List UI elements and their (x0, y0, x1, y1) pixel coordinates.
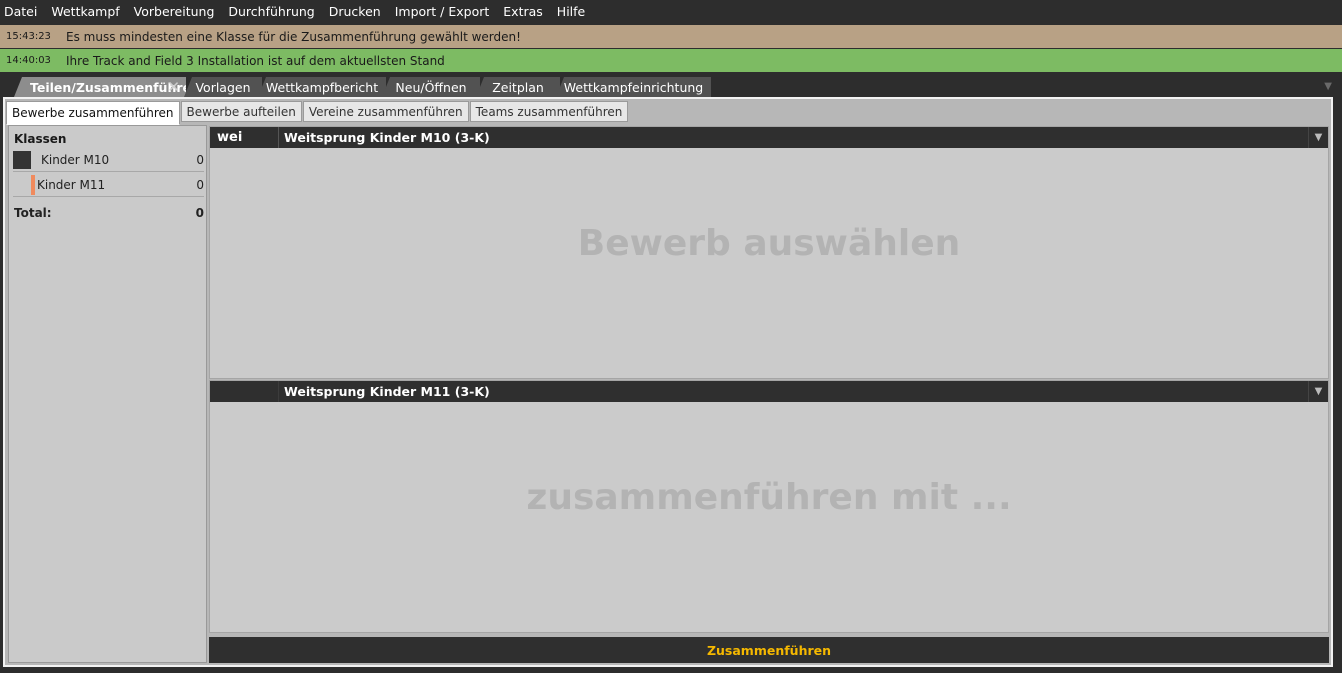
tab-label: Neu/Öffnen (395, 79, 467, 95)
menu-hilfe[interactable]: Hilfe (550, 4, 592, 19)
document-tabstrip: Teilen/Zusammenführen ✕ Vorlagen Wettkam… (0, 73, 1342, 97)
target-placeholder: zusammenführen mit ... (526, 477, 1012, 518)
subtab-teams-zusammenfuehren[interactable]: Teams zusammenführen (469, 101, 629, 122)
source-event-header: wei Weitsprung Kinder M10 (3-K) ▼ (210, 127, 1328, 148)
tab-wettkampfeinrichtung[interactable]: Wettkampfeinrichtung (556, 77, 711, 97)
tab-label: Wettkampfeinrichtung (563, 79, 704, 95)
class-count: 0 (196, 152, 204, 167)
target-event-select[interactable]: Weitsprung Kinder M11 (3-K) (279, 384, 1308, 399)
target-event-header: Weitsprung Kinder M11 (3-K) ▼ (210, 381, 1328, 402)
source-event-section: wei Weitsprung Kinder M10 (3-K) ▼ Bewerb… (209, 126, 1329, 379)
target-event-section: Weitsprung Kinder M11 (3-K) ▼ zusammenfü… (209, 380, 1329, 633)
message-time: 14:40:03 (6, 55, 51, 66)
message-time: 15:43:23 (6, 31, 51, 42)
tab-list-icon[interactable]: ▼ (1324, 81, 1332, 92)
tab-label: Wettkampfbericht (265, 79, 379, 95)
merge-button[interactable]: Zusammenführen (209, 637, 1329, 663)
class-color-marker (31, 174, 35, 195)
subtab-bewerbe-zusammenfuehren[interactable]: Bewerbe zusammenführen (6, 101, 180, 125)
tab-neu-oeffnen[interactable]: Neu/Öffnen (382, 77, 480, 97)
menu-extras[interactable]: Extras (496, 4, 550, 19)
message-text: Es muss mindesten eine Klasse für die Zu… (66, 29, 521, 44)
message-info: 14:40:03 Ihre Track and Field 3 Installa… (0, 49, 1342, 72)
menu-drucken[interactable]: Drucken (322, 4, 388, 19)
total-row: Total: 0 (14, 206, 204, 220)
message-error: 15:43:23 Es muss mindesten eine Klasse f… (0, 25, 1342, 48)
menu-import-export[interactable]: Import / Export (388, 4, 497, 19)
total-value: 0 (195, 206, 204, 220)
source-event-select[interactable]: Weitsprung Kinder M10 (3-K) (279, 130, 1308, 145)
tab-zeitplan[interactable]: Zeitplan (476, 77, 560, 97)
classes-title: Klassen (14, 132, 67, 146)
classes-panel: Klassen Kinder M10 0 Kinder M11 0 Total:… (8, 125, 207, 663)
menu-vorbereitung[interactable]: Vorbereitung (127, 4, 222, 19)
content-frame: Bewerbe zusammenführen Bewerbe aufteilen… (3, 97, 1333, 667)
menu-durchfuehrung[interactable]: Durchführung (221, 4, 321, 19)
class-row[interactable]: Kinder M11 0 (13, 173, 204, 197)
class-name: Kinder M10 (41, 152, 110, 167)
message-text: Ihre Track and Field 3 Installation ist … (66, 53, 445, 68)
tab-label: Zeitplan (492, 79, 544, 95)
class-color-swatch (13, 150, 31, 169)
tab-teilen-zusammenfuehren[interactable]: Teilen/Zusammenführen ✕ (14, 77, 186, 97)
menu-bar: Datei Wettkampf Vorbereitung Durchführun… (0, 0, 1342, 23)
total-label: Total: (14, 206, 52, 220)
tab-label: Vorlagen (195, 79, 251, 95)
class-row[interactable]: Kinder M10 0 (13, 148, 204, 172)
source-search-input[interactable]: wei (210, 127, 279, 148)
class-name: Kinder M11 (37, 177, 106, 192)
menu-wettkampf[interactable]: Wettkampf (44, 4, 126, 19)
close-icon[interactable]: ✕ (167, 78, 180, 96)
class-count: 0 (196, 177, 204, 192)
chevron-down-icon[interactable]: ▼ (1308, 127, 1328, 148)
subtab-bewerbe-aufteilen[interactable]: Bewerbe aufteilen (180, 101, 302, 122)
tab-wettkampfbericht[interactable]: Wettkampfbericht (258, 77, 386, 97)
target-search-input[interactable] (210, 381, 279, 402)
menu-datei[interactable]: Datei (0, 4, 44, 19)
tab-vorlagen[interactable]: Vorlagen (184, 77, 262, 97)
subtab-vereine-zusammenfuehren[interactable]: Vereine zusammenführen (302, 101, 469, 122)
chevron-down-icon[interactable]: ▼ (1308, 381, 1328, 402)
subtab-bar: Bewerbe zusammenführen Bewerbe aufteilen… (6, 101, 629, 125)
source-placeholder: Bewerb auswählen (577, 223, 961, 264)
